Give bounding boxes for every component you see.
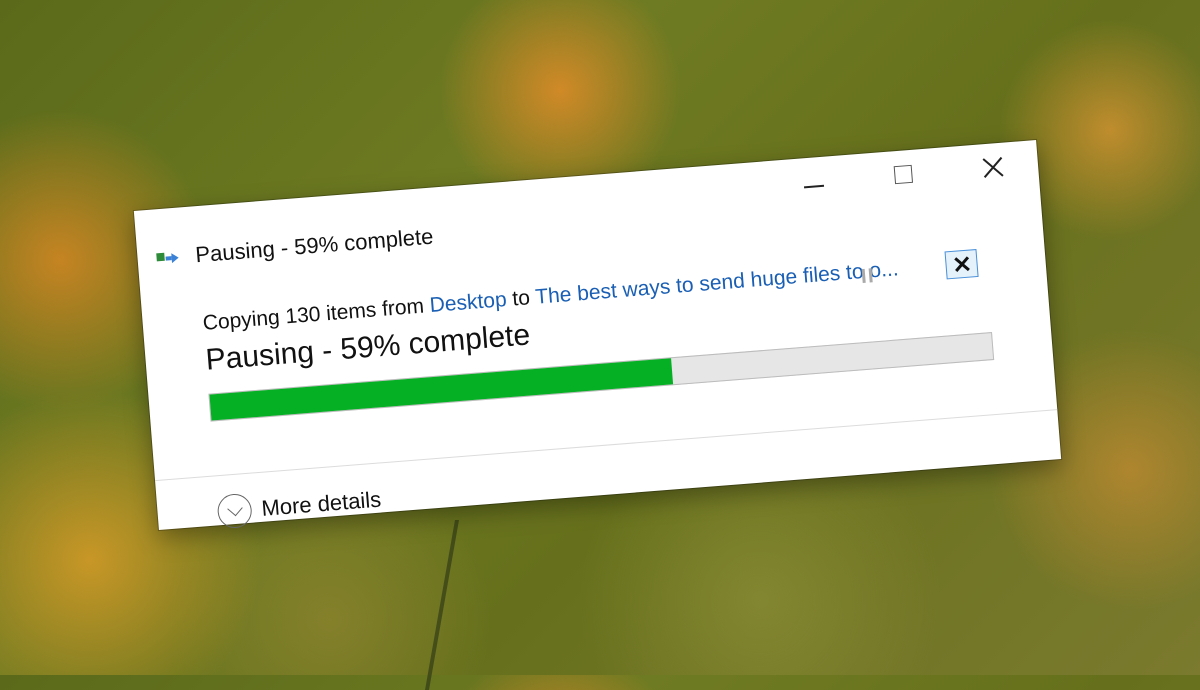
maximize-icon — [893, 164, 914, 185]
file-copy-dialog: Pausing - 59% complete Copying 130 items… — [133, 139, 1062, 531]
dialog-body: Copying 130 items from Desktop to The be… — [142, 246, 1053, 427]
pause-icon-bar-right — [868, 268, 873, 283]
file-copy-icon — [155, 248, 180, 270]
pause-button[interactable] — [852, 261, 882, 291]
maximize-button[interactable] — [857, 147, 950, 202]
more-details-toggle[interactable]: More details — [216, 483, 382, 530]
minimize-button[interactable] — [767, 154, 860, 209]
pause-icon-bar-left — [861, 268, 866, 284]
window-title: Pausing - 59% complete — [194, 223, 435, 268]
minimize-icon — [803, 184, 825, 189]
footer-divider — [155, 409, 1058, 482]
cancel-copy-button[interactable] — [944, 249, 979, 280]
more-details-label: More details — [260, 486, 383, 521]
close-button[interactable] — [946, 140, 1039, 195]
close-icon — [981, 156, 1005, 180]
background-plant-stem — [425, 520, 499, 690]
copy-middle: to — [505, 285, 537, 311]
source-link[interactable]: Desktop — [429, 288, 508, 317]
cancel-icon — [953, 256, 970, 273]
chevron-down-icon — [216, 492, 253, 530]
window-controls — [767, 140, 1040, 209]
